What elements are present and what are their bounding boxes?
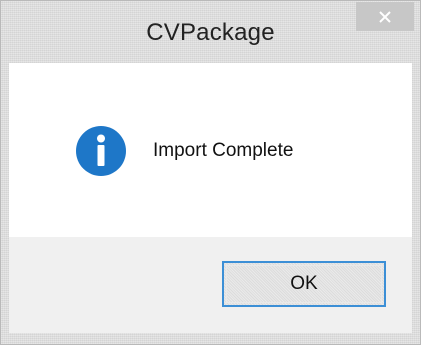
close-icon	[378, 10, 392, 24]
info-icon	[75, 125, 127, 177]
message-area: Import Complete	[9, 63, 412, 237]
title-bar[interactable]: CVPackage	[1, 1, 420, 63]
close-button[interactable]	[356, 2, 414, 31]
dialog-window: CVPackage Import Complete OK	[0, 0, 421, 345]
ok-button[interactable]: OK	[222, 261, 386, 307]
message-text: Import Complete	[153, 140, 294, 161]
button-bar: OK	[9, 237, 412, 333]
ok-button-label: OK	[290, 273, 318, 294]
